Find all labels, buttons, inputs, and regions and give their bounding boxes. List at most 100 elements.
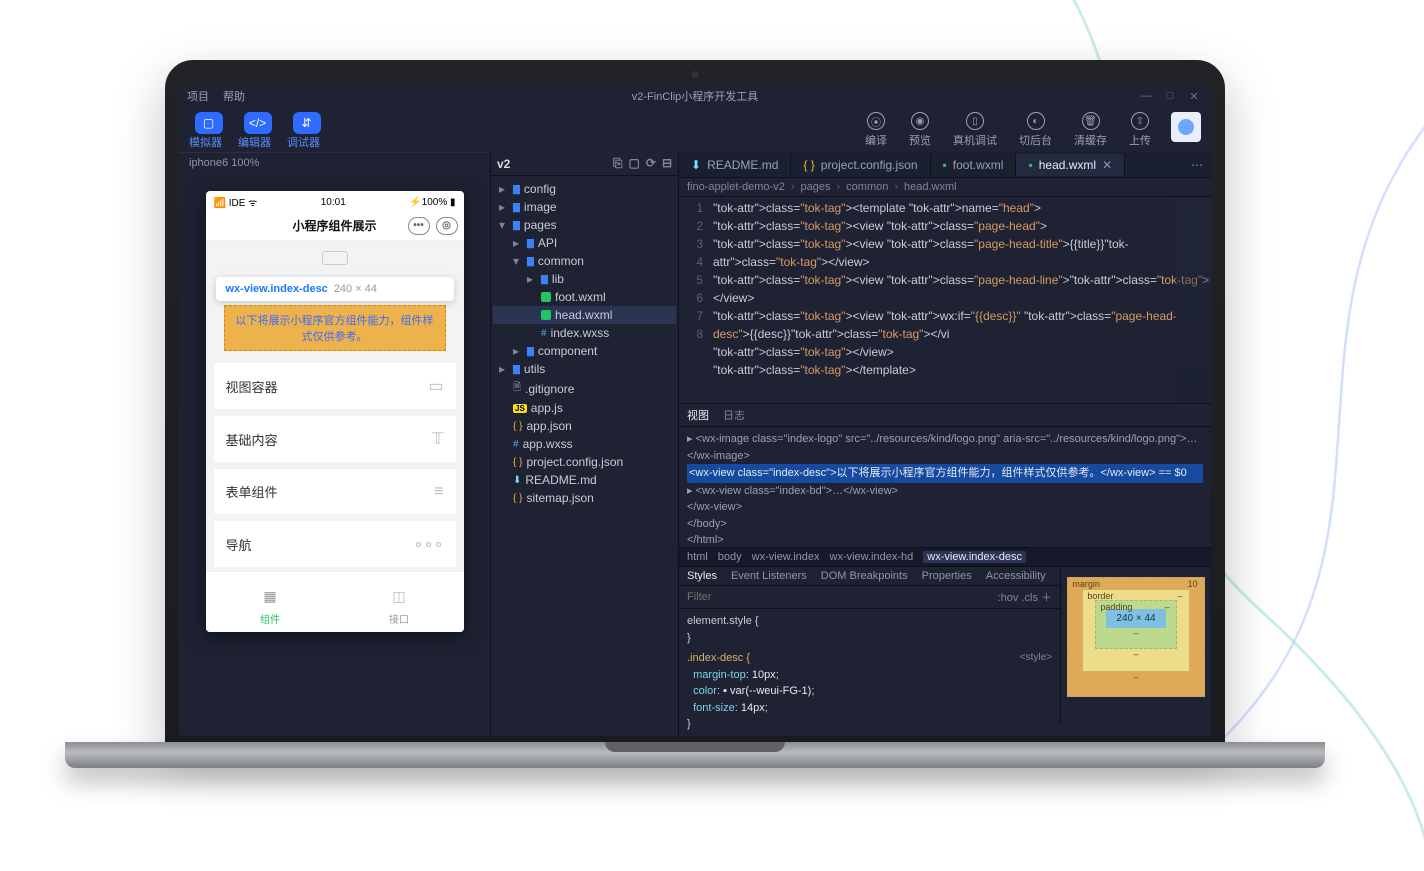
toolbar-action[interactable]: ◉预览	[909, 112, 931, 148]
tree-row[interactable]: { }sitemap.json	[493, 489, 676, 507]
editor-tab[interactable]: { }project.config.json	[791, 154, 930, 176]
phone-tab-components[interactable]: ▦ 组件	[206, 572, 335, 632]
devtools-tab-log[interactable]: 日志	[723, 407, 745, 423]
component-list-item[interactable]: 表单组件≡	[214, 469, 456, 514]
dom-breadcrumb: html body wx-view.index wx-view.index-hd wx-…	[679, 547, 1211, 567]
highlighted-element[interactable]: 以下将展示小程序官方组件能力，组件样式仅供参考。	[224, 305, 446, 351]
toolbar-pill[interactable]: ⇵	[293, 112, 321, 134]
menu-project[interactable]: 项目	[187, 88, 209, 104]
tree-row[interactable]: foot.wxml	[493, 288, 676, 306]
collapse-icon[interactable]: ⊟	[662, 156, 672, 171]
phone-close-button[interactable]: ◎	[436, 217, 458, 235]
tree-item-label: sitemap.json	[526, 491, 593, 505]
styles-subtab[interactable]: Accessibility	[986, 570, 1046, 582]
menu-help[interactable]: 帮助	[223, 88, 245, 104]
toolbar-action[interactable]: ◐切后台	[1019, 112, 1052, 148]
inspect-tooltip: wx-view.index-desc 240 × 44	[216, 277, 454, 301]
toolbar-action[interactable]: ⇧上传	[1129, 112, 1151, 148]
refresh-icon[interactable]: ⟳	[646, 156, 656, 171]
toolbar-action-icon: ⇧	[1131, 112, 1149, 130]
breadcrumb-segment[interactable]: common	[846, 181, 888, 193]
tab-close-icon[interactable]: ✕	[1102, 158, 1112, 172]
dom-crumb[interactable]: body	[718, 551, 742, 563]
tree-row[interactable]: ▸▇component	[493, 342, 676, 360]
tree-row[interactable]: ▾▇common	[493, 252, 676, 270]
tree-row[interactable]: ▸▇utils	[493, 360, 676, 378]
styles-filter-controls[interactable]: :hov .cls ＋	[998, 589, 1052, 605]
tree-row[interactable]: #index.wxss	[493, 324, 676, 342]
dom-line[interactable]: ▸ <wx-image class="index-logo" src="../r…	[687, 431, 1203, 464]
folder-icon: ▇	[513, 220, 520, 231]
toolbar-action[interactable]: 🗑清缓存	[1074, 112, 1107, 148]
tree-row[interactable]: ▾▇pages	[493, 216, 676, 234]
tabs-more-icon[interactable]: ⋯	[1183, 158, 1211, 172]
styles-subtab[interactable]: Properties	[922, 570, 972, 582]
js-file-icon: JS	[513, 404, 527, 413]
tree-row[interactable]: { }app.json	[493, 417, 676, 435]
dom-crumb[interactable]: wx-view.index	[752, 551, 820, 563]
window-maximize-button[interactable]: □	[1161, 90, 1179, 103]
dom-selected-line[interactable]: <wx-view class="index-desc">以下将展示小程序官方组件…	[687, 464, 1203, 483]
tree-row[interactable]: ▸▇config	[493, 180, 676, 198]
window-close-button[interactable]: ✕	[1185, 90, 1203, 103]
code-line[interactable]: "tok-attr">class="tok-tag"><view "tok-at…	[713, 235, 1211, 271]
toolbar-pill-label: 编辑器	[238, 134, 271, 150]
breadcrumb-segment[interactable]: fino-applet-demo-v2	[687, 181, 785, 193]
dom-line[interactable]: ▸ <wx-view class="index-bd">…</wx-view>	[687, 483, 1203, 500]
phone-more-button[interactable]: •••	[408, 217, 430, 235]
dom-line: </wx-view>	[687, 499, 1203, 516]
dom-crumb[interactable]: html	[687, 551, 708, 563]
styles-subtab[interactable]: Styles	[687, 570, 717, 582]
tree-row[interactable]: 🗎.gitignore	[493, 378, 676, 399]
tree-row[interactable]: { }project.config.json	[493, 453, 676, 471]
component-list-item[interactable]: 导航∘∘∘	[214, 521, 456, 567]
devtools-tab-view[interactable]: 视图	[687, 407, 709, 423]
tree-item-label: foot.wxml	[555, 290, 606, 304]
minimap[interactable]	[1175, 197, 1211, 403]
styles-filter-input[interactable]	[687, 591, 998, 603]
tree-row[interactable]: JSapp.js	[493, 399, 676, 417]
editor-tab[interactable]: ▪foot.wxml	[931, 154, 1017, 176]
new-file-icon[interactable]: ⎘	[613, 156, 623, 171]
tree-row[interactable]: ▸▇image	[493, 198, 676, 216]
code-line[interactable]: "tok-attr">class="tok-tag"><template "to…	[713, 199, 1211, 217]
dom-line: </body>	[687, 516, 1203, 533]
dom-crumb[interactable]: wx-view.index-desc	[923, 551, 1026, 563]
dom-crumb[interactable]: wx-view.index-hd	[830, 551, 914, 563]
css-rules[interactable]: element.style { } .index-desc {<style> m…	[679, 609, 1060, 736]
breadcrumb-segment[interactable]: pages	[801, 181, 831, 193]
code-line[interactable]: "tok-attr">class="tok-tag"><view "tok-at…	[713, 307, 1211, 343]
editor-tab[interactable]: ▪head.wxml✕	[1016, 154, 1125, 176]
code-editor[interactable]: 12345678 "tok-attr">class="tok-tag"><tem…	[679, 197, 1211, 403]
toolbar-pill[interactable]: </>	[244, 112, 272, 134]
tree-row[interactable]: ▸▇API	[493, 234, 676, 252]
user-avatar[interactable]	[1171, 112, 1201, 142]
breadcrumb-segment[interactable]: head.wxml	[904, 181, 957, 193]
code-line[interactable]: "tok-attr">class="tok-tag"><view "tok-at…	[713, 217, 1211, 235]
new-folder-icon[interactable]: ▢	[629, 156, 640, 171]
tree-row[interactable]: ⬇README.md	[493, 471, 676, 489]
toolbar-action[interactable]: ⦿编译	[865, 112, 887, 148]
tree-row[interactable]: head.wxml	[493, 306, 676, 324]
window-minimize-button[interactable]: —	[1137, 90, 1155, 103]
toolbar-action[interactable]: ▯真机调试	[953, 112, 997, 148]
tree-row[interactable]: #app.wxss	[493, 435, 676, 453]
phone-tab-api[interactable]: ◫ 接口	[335, 572, 464, 632]
dom-line: </html>	[687, 532, 1203, 547]
code-line[interactable]: "tok-attr">class="tok-tag"></view>	[713, 343, 1211, 361]
tree-item-label: head.wxml	[555, 308, 612, 322]
toolbar-pill[interactable]: ▢	[195, 112, 223, 134]
editor-tab[interactable]: ⬇README.md	[679, 154, 791, 176]
styles-subtab[interactable]: DOM Breakpoints	[821, 570, 908, 582]
explorer-root-label[interactable]: v2	[497, 157, 510, 171]
dom-tree[interactable]: ▸ <wx-image class="index-logo" src="../r…	[679, 427, 1211, 547]
tree-row[interactable]: ▸▇lib	[493, 270, 676, 288]
folder-icon: ▇	[541, 274, 548, 285]
code-line[interactable]: "tok-attr">class="tok-tag"><view "tok-at…	[713, 271, 1211, 307]
styles-subtab[interactable]: Event Listeners	[731, 570, 807, 582]
component-list-item[interactable]: 基础内容𝕋	[214, 416, 456, 462]
phone-statusbar: 📶 IDE ᯤ 10:01 ⚡100% ▮	[206, 191, 464, 211]
code-line[interactable]	[713, 379, 1211, 397]
code-line[interactable]: "tok-attr">class="tok-tag"></template>	[713, 361, 1211, 379]
component-list-item[interactable]: 视图容器▭	[214, 363, 456, 409]
